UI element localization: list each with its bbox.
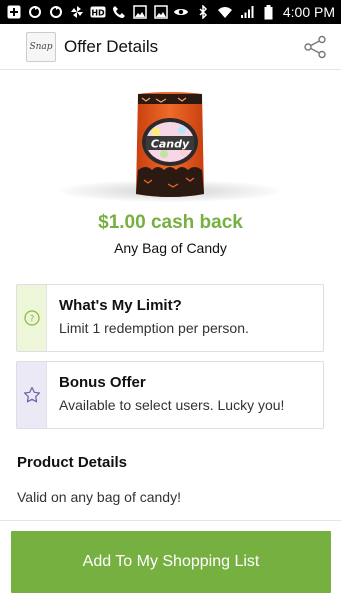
limit-card-text: Limit 1 redemption per person. xyxy=(59,320,249,336)
product-image-area: Candy xyxy=(0,72,341,212)
wifi-icon xyxy=(217,4,233,20)
share-icon xyxy=(304,35,326,59)
system-icons: 4:00 PM xyxy=(173,4,335,20)
bag-label: Candy xyxy=(151,138,190,151)
product-details-heading: Product Details xyxy=(17,454,128,471)
pinwheel-icon xyxy=(69,4,85,20)
product-name: Any Bag of Candy xyxy=(114,240,227,256)
product-details-text: Valid on any bag of candy! xyxy=(17,489,181,505)
add-to-shopping-list-button[interactable]: Add To My Shopping List xyxy=(11,531,331,593)
limit-card-title: What's My Limit? xyxy=(59,297,182,314)
bonus-card-title: Bonus Offer xyxy=(59,374,146,391)
app-logo-text: Snap xyxy=(29,41,53,52)
app-bar: Snap Offer Details xyxy=(0,24,341,70)
bonus-card-strip xyxy=(17,362,47,428)
clock: 4:00 PM xyxy=(282,4,335,20)
cash-back-amount: $1.00 cash back xyxy=(98,212,243,233)
question-circle-icon: ? xyxy=(23,310,40,326)
add-box-icon xyxy=(6,4,22,20)
bonus-card: Bonus Offer Available to select users. L… xyxy=(16,361,324,429)
image-icon xyxy=(153,4,169,20)
status-bar: HD 4:00 PM xyxy=(0,0,341,24)
limit-card-strip: ? xyxy=(17,285,47,351)
bonus-card-text: Available to select users. Lucky you! xyxy=(59,397,285,413)
sync-icon xyxy=(27,4,43,20)
image-icon xyxy=(132,4,148,20)
signal-icon xyxy=(239,4,255,20)
star-icon xyxy=(23,386,40,403)
notification-icons: HD xyxy=(6,4,169,20)
svg-text:HD: HD xyxy=(91,9,105,18)
app-logo[interactable]: Snap xyxy=(26,31,56,62)
divider xyxy=(0,520,341,521)
page-title: Offer Details xyxy=(64,36,159,56)
svg-text:?: ? xyxy=(29,315,34,325)
battery-icon xyxy=(261,4,277,20)
candy-bag-image: Candy xyxy=(136,92,204,197)
sync-icon xyxy=(48,4,64,20)
phone-icon xyxy=(111,4,127,20)
hd-icon: HD xyxy=(90,4,106,20)
bluetooth-icon xyxy=(195,4,211,20)
eye-icon xyxy=(173,4,189,20)
limit-card: ? What's My Limit? Limit 1 redemption pe… xyxy=(16,284,324,352)
share-button[interactable] xyxy=(303,35,327,59)
